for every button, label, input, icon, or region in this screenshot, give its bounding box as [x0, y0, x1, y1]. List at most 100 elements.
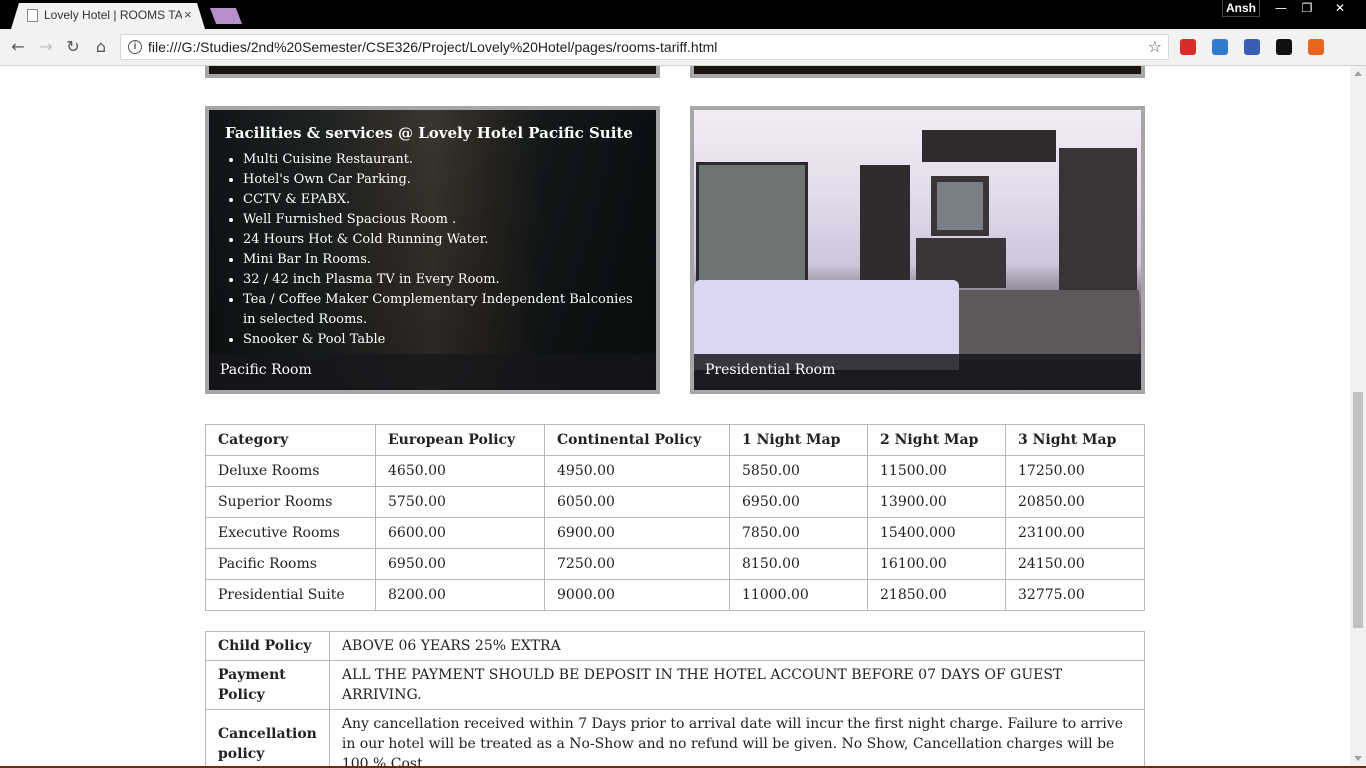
column-header: Category [205, 424, 376, 456]
wardrobe [860, 165, 910, 285]
info-icon[interactable]: i [128, 40, 142, 54]
tab-lovely-hotel[interactable]: Lovely Hotel | ROOMS TA × [11, 3, 205, 29]
facilities-overlay: Facilities & services @ Lovely Hotel Pac… [209, 110, 656, 354]
url-text[interactable]: file:///G:/Studies/2nd%20Semester/CSE326… [148, 39, 717, 55]
page-icon [27, 9, 38, 22]
minimize-icon[interactable]: — [1268, 0, 1294, 17]
tariff-header-row: Category European Policy Continental Pol… [205, 424, 1145, 456]
scroll-up-arrow-icon[interactable] [1354, 71, 1362, 76]
facility-item: Hotel's Own Car Parking. [243, 170, 640, 190]
column-header: 3 Night Map [1005, 424, 1145, 456]
facility-item: 32 / 42 inch Plasma TV in Every Room. [243, 270, 640, 290]
previous-room-card [205, 66, 660, 78]
price-cell: 17250.00 [1005, 455, 1145, 487]
price-cell: 9000.00 [544, 579, 730, 611]
price-cell: 6900.00 [544, 517, 730, 549]
policy-label: Cancellation policy [205, 709, 330, 766]
column-header: European Policy [375, 424, 545, 456]
tab-close-icon[interactable]: × [184, 7, 192, 22]
facility-item: CCTV & EPABX. [243, 190, 640, 210]
back-arrow-icon[interactable]: ← [8, 37, 28, 57]
price-cell: 6950.00 [729, 486, 868, 518]
scrollbar-thumb[interactable] [1353, 392, 1363, 628]
room-category-cell: Presidential Suite [205, 579, 376, 611]
room-category-cell: Executive Rooms [205, 517, 376, 549]
fire-extension-icon[interactable] [1308, 39, 1324, 55]
presidential-room-photo [694, 110, 1141, 390]
sync-extension-icon[interactable] [1244, 39, 1260, 55]
column-header: 2 Night Map [867, 424, 1006, 456]
price-cell: 5850.00 [729, 455, 868, 487]
price-cell: 21850.00 [867, 579, 1006, 611]
new-tab-button[interactable] [210, 8, 242, 24]
capture-extension-icon[interactable] [1276, 39, 1292, 55]
tariff-row: Executive Rooms 6600.00 6900.00 7850.00 1540… [205, 517, 1145, 549]
price-cell: 16100.00 [867, 548, 1006, 580]
price-cell: 5750.00 [375, 486, 545, 518]
tab-strip: Lovely Hotel | ROOMS TA × Ansh — ❐ ✕ [0, 0, 1366, 29]
tariff-row: Pacific Rooms 6950.00 7250.00 8150.00 16100.… [205, 548, 1145, 580]
wall-panel [922, 130, 1056, 162]
price-cell: 20850.00 [1005, 486, 1145, 518]
floor [959, 290, 1139, 360]
facilities-list: Multi Cuisine Restaurant. Hotel's Own Ca… [243, 150, 640, 350]
price-cell: 6600.00 [375, 517, 545, 549]
room-category-cell: Deluxe Rooms [205, 455, 376, 487]
restore-icon[interactable]: ❐ [1294, 0, 1320, 17]
reload-icon[interactable]: ↻ [63, 37, 83, 57]
bookmark-star-icon[interactable]: ☆ [1148, 37, 1162, 56]
window-close-icon[interactable]: ✕ [1327, 0, 1353, 17]
tab-title: Lovely Hotel | ROOMS TA [44, 8, 182, 22]
ghostery-extension-icon[interactable] [1212, 39, 1228, 55]
tariff-row: Superior Rooms 5750.00 6050.00 6950.00 13900… [205, 486, 1145, 518]
presidential-room-card: Presidential Room [690, 106, 1145, 394]
tariff-row: Presidential Suite 8200.00 9000.00 11000.00… [205, 579, 1145, 611]
address-bar[interactable]: i file:///G:/Studies/2nd%20Semester/CSE3… [120, 34, 1169, 60]
scroll-down-arrow-icon[interactable] [1354, 756, 1362, 761]
price-cell: 4950.00 [544, 455, 730, 487]
column-header: Continental Policy [544, 424, 730, 456]
price-cell: 24150.00 [1005, 548, 1145, 580]
forward-arrow-icon[interactable]: → [36, 37, 56, 57]
policy-label: Child Policy [205, 631, 330, 661]
facility-item: Multi Cuisine Restaurant. [243, 150, 640, 170]
policy-text: ALL THE PAYMENT SHOULD BE DEPOSIT IN THE… [328, 660, 1146, 710]
policy-row: Child Policy ABOVE 06 YEARS 25% EXTRA [205, 631, 1146, 661]
profile-button[interactable]: Ansh [1222, 0, 1260, 17]
room-category-cell: Superior Rooms [205, 486, 376, 518]
tariff-table: Category European Policy Continental Pol… [205, 424, 1145, 611]
column-header: 1 Night Map [729, 424, 868, 456]
vertical-scrollbar[interactable] [1350, 66, 1366, 766]
policy-label: Payment Policy [205, 660, 330, 710]
facility-item: 24 Hours Hot & Cold Running Water. [243, 230, 640, 250]
facilities-heading: Facilities & services @ Lovely Hotel Pac… [225, 124, 633, 142]
pacific-room-card: Facilities & services @ Lovely Hotel Pac… [205, 106, 660, 394]
facility-item: Well Furnished Spacious Room . [243, 210, 640, 230]
price-cell: 32775.00 [1005, 579, 1145, 611]
price-cell: 7250.00 [544, 548, 730, 580]
tariff-row: Deluxe Rooms 4650.00 4950.00 5850.00 11500.0… [205, 455, 1145, 487]
policy-row: Payment Policy ALL THE PAYMENT SHOULD BE … [205, 660, 1146, 710]
room-category-cell: Pacific Rooms [205, 548, 376, 580]
mirror [931, 176, 989, 236]
page-content: Facilities & services @ Lovely Hotel Pac… [0, 66, 1350, 766]
price-cell: 11000.00 [729, 579, 868, 611]
price-cell: 7850.00 [729, 517, 868, 549]
home-icon[interactable]: ⌂ [91, 37, 111, 57]
price-cell: 23100.00 [1005, 517, 1145, 549]
adblock-extension-icon[interactable] [1180, 39, 1196, 55]
facility-item: Snooker & Pool Table [243, 330, 640, 350]
policy-table: Child Policy ABOVE 06 YEARS 25% EXTRA Paym… [205, 631, 1146, 766]
facility-item: Mini Bar In Rooms. [243, 250, 640, 270]
price-cell: 6050.00 [544, 486, 730, 518]
previous-room-card [690, 66, 1145, 78]
browser-toolbar: ← → ↻ ⌂ i file:///G:/Studies/2nd%20Semes… [0, 29, 1366, 66]
price-cell: 6950.00 [375, 548, 545, 580]
facility-item: Tea / Coffee Maker Complementary Indepen… [243, 290, 640, 330]
pacific-room-caption: Pacific Room [209, 354, 656, 390]
price-cell: 11500.00 [867, 455, 1006, 487]
price-cell: 8200.00 [375, 579, 545, 611]
price-cell: 8150.00 [729, 548, 868, 580]
price-cell: 4650.00 [375, 455, 545, 487]
price-cell: 15400.000 [867, 517, 1006, 549]
